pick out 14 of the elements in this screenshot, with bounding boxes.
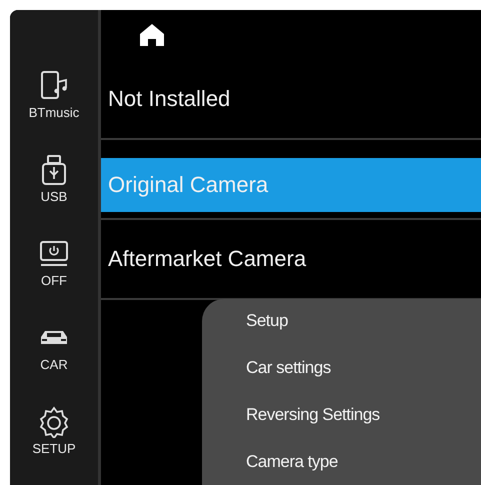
sidebar-item[interactable]: BTmusic — [28, 50, 80, 120]
menu-item[interactable]: Car settings — [202, 358, 331, 378]
sidebar-item[interactable]: USB — [38, 134, 70, 204]
home-icon[interactable] — [139, 23, 165, 47]
menu-item[interactable]: Setup — [202, 311, 288, 331]
camera-option[interactable]: Aftermarket Camera — [101, 232, 481, 286]
camera-option[interactable]: Not Installed — [101, 72, 481, 126]
phone-music-icon — [38, 70, 70, 102]
sidebar-item[interactable]: SETUP — [32, 386, 76, 456]
gear-icon — [38, 406, 70, 438]
sidebar-item[interactable]: OFF — [38, 218, 70, 288]
menu-item[interactable]: Camera type — [202, 452, 338, 472]
menu-item[interactable]: Reversing Settings — [202, 405, 380, 425]
sidebar-item[interactable]: CAR — [38, 302, 70, 372]
